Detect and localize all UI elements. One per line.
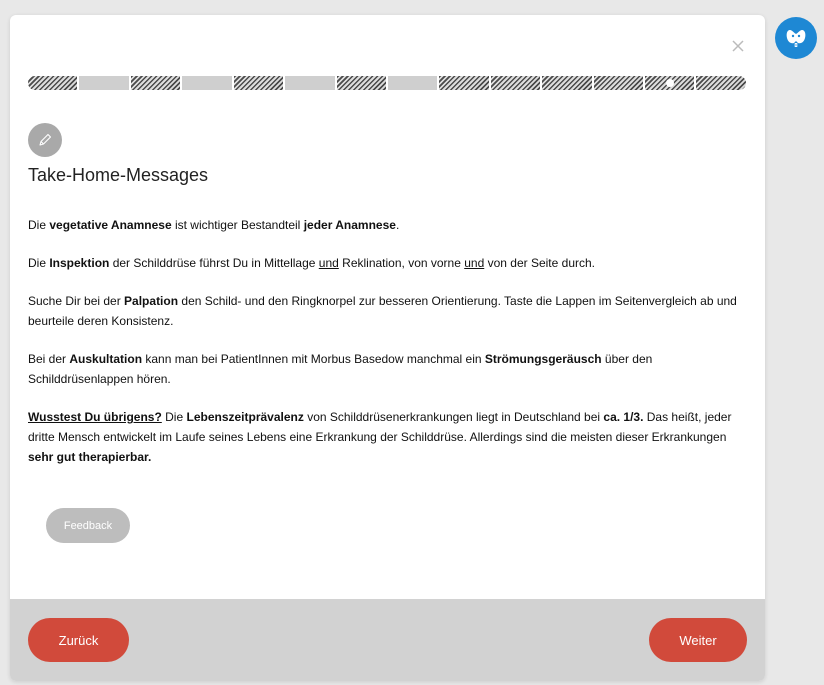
modal-dialog: Take-Home-Messages Die vegetative Anamne… — [10, 15, 765, 681]
assistant-avatar-button[interactable] — [775, 17, 817, 59]
page-title: Take-Home-Messages — [28, 165, 209, 185]
progress-segment — [336, 76, 386, 90]
progress-segment — [233, 76, 284, 90]
progress-segment — [182, 76, 232, 90]
progress-current-marker — [665, 79, 674, 87]
next-button[interactable]: Weiter — [649, 618, 747, 662]
progress-segment — [79, 76, 129, 90]
close-button[interactable] — [731, 39, 745, 53]
progress-segment — [696, 76, 746, 90]
message-inspektion: Die Inspektion der Schilddrüse führst Du… — [28, 256, 595, 270]
pencil-icon — [39, 133, 52, 146]
progress-segment — [439, 76, 489, 90]
message-fun-fact: Wusstest Du übrigens? Die Lebenszeitpräv… — [28, 410, 732, 464]
modal-footer: Zurück Weiter — [10, 599, 765, 681]
pencil-badge — [28, 123, 62, 157]
progress-segment — [645, 76, 695, 90]
feedback-button[interactable]: Feedback — [46, 508, 130, 543]
progress-segment — [593, 76, 644, 90]
progress-segment — [542, 76, 592, 90]
progress-segment — [28, 76, 78, 90]
progress-bar — [28, 76, 746, 90]
thyroid-mascot-icon — [786, 30, 806, 47]
messages-content: Die vegetative Anamnese ist wichtiger Be… — [28, 215, 750, 485]
progress-segment — [130, 76, 181, 90]
close-icon — [732, 40, 744, 52]
message-vegetative-anamnese: Die vegetative Anamnese ist wichtiger Be… — [28, 218, 400, 232]
message-auskultation: Bei der Auskultation kann man bei Patien… — [28, 352, 653, 386]
back-button[interactable]: Zurück — [28, 618, 129, 662]
progress-segment — [387, 76, 438, 90]
message-palpation: Suche Dir bei der Palpation den Schild- … — [28, 294, 737, 328]
progress-segment — [490, 76, 541, 90]
progress-segment — [285, 76, 335, 90]
